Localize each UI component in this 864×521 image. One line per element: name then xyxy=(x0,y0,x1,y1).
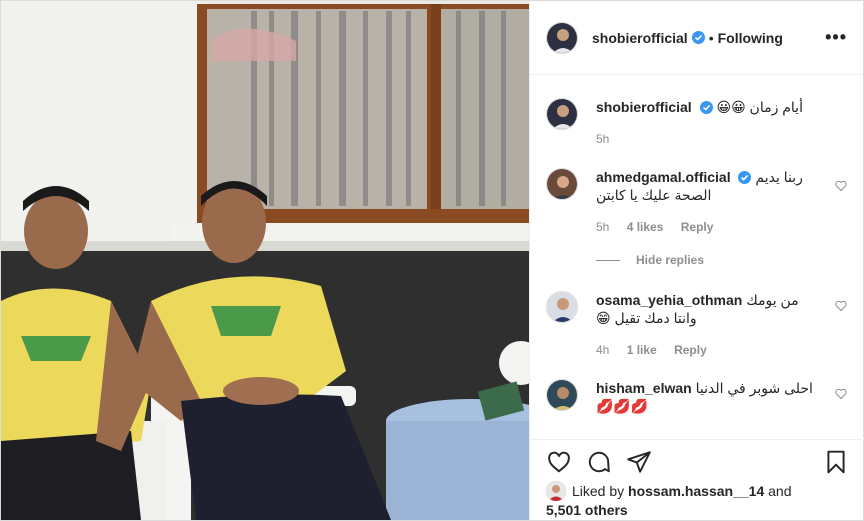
comment-heart-icon[interactable] xyxy=(835,300,847,312)
share-icon[interactable] xyxy=(626,449,652,475)
heart-icon[interactable] xyxy=(546,449,572,475)
comment-row: hisham_elwan احلى شوبر في الدنيا 💋💋💋 xyxy=(546,379,816,415)
hide-replies-label: Hide replies xyxy=(636,253,705,267)
separator-dot: • xyxy=(708,29,714,46)
hide-replies-button[interactable]: Hide replies xyxy=(596,253,704,267)
comment-text-block: ahmedgamal.official ربنا يديم الصحة عليك… xyxy=(596,168,816,236)
comment-username[interactable]: ahmedgamal.official xyxy=(596,169,731,185)
author-avatar[interactable] xyxy=(546,21,578,54)
hide-replies-line xyxy=(596,259,620,261)
caption-avatar[interactable] xyxy=(546,98,578,130)
comment-text-block: hisham_elwan احلى شوبر في الدنيا 💋💋💋 xyxy=(596,379,816,415)
comment-likes[interactable]: 1 like xyxy=(627,343,657,357)
verified-badge-icon xyxy=(699,101,713,114)
comment-text-block: osama_yehia_othman من يومك وانتا دمك تقي… xyxy=(596,291,816,359)
comment-meta: 4h 1 like Reply xyxy=(596,341,816,359)
caption-text-block: shobierofficial أيام زمان 😀😀 5h xyxy=(596,98,816,148)
verified-badge-icon xyxy=(738,171,752,184)
comments-list: shobierofficial أيام زمان 😀😀 5h ahmedgam… xyxy=(530,76,864,440)
liker-avatar[interactable] xyxy=(546,481,566,501)
caption-username[interactable]: shobierofficial xyxy=(596,99,692,115)
caption-meta: 5h xyxy=(596,130,816,148)
photo-illustration xyxy=(1,1,529,520)
comment-row: ahmedgamal.official ربنا يديم الصحة عليك… xyxy=(546,168,816,236)
reply-row: osama_yehia_othman من يومك وانتا دمك تقي… xyxy=(546,291,816,359)
reply-button[interactable]: Reply xyxy=(674,343,707,357)
comment-username[interactable]: hisham_elwan xyxy=(596,380,692,396)
comment-username[interactable]: osama_yehia_othman xyxy=(596,292,742,308)
comment-heart-icon[interactable] xyxy=(835,388,847,400)
caption-text: أيام زمان 😀😀 xyxy=(716,99,803,115)
bookmark-icon[interactable] xyxy=(823,449,849,475)
author-username[interactable]: shobierofficial xyxy=(592,30,688,46)
commenter-avatar[interactable] xyxy=(546,168,578,200)
comment-icon[interactable] xyxy=(586,449,612,475)
post-header: shobierofficial • Following ••• xyxy=(530,1,863,75)
comment-time[interactable]: 5h xyxy=(596,220,609,234)
comment-heart-icon[interactable] xyxy=(835,180,847,192)
liked-by-line: Liked by hossam.hassan__14 and 5,501 oth… xyxy=(546,481,846,519)
comment-meta: 5h 4 likes Reply xyxy=(596,218,816,236)
verified-badge-icon xyxy=(691,31,705,44)
following-button[interactable]: Following xyxy=(718,30,783,46)
caption-row: shobierofficial أيام زمان 😀😀 5h xyxy=(546,98,816,148)
liked-by-and: and xyxy=(768,483,792,499)
post-actions-bar xyxy=(530,439,864,483)
comment-likes[interactable]: 4 likes xyxy=(627,220,664,234)
liked-by-prefix: Liked by xyxy=(572,483,625,499)
more-options-icon[interactable]: ••• xyxy=(825,27,847,48)
comment-time[interactable]: 4h xyxy=(596,343,609,357)
liked-by-user[interactable]: hossam.hassan__14 xyxy=(628,483,764,499)
post-side-panel: shobierofficial • Following ••• shobiero… xyxy=(529,1,864,520)
commenter-avatar[interactable] xyxy=(546,379,578,411)
caption-time[interactable]: 5h xyxy=(596,132,609,146)
post-modal: shobierofficial • Following ••• shobiero… xyxy=(0,0,864,521)
post-photo[interactable] xyxy=(1,1,529,520)
reply-button[interactable]: Reply xyxy=(681,220,714,234)
commenter-avatar[interactable] xyxy=(546,291,578,323)
likes-count[interactable]: 5,501 others xyxy=(546,502,628,518)
